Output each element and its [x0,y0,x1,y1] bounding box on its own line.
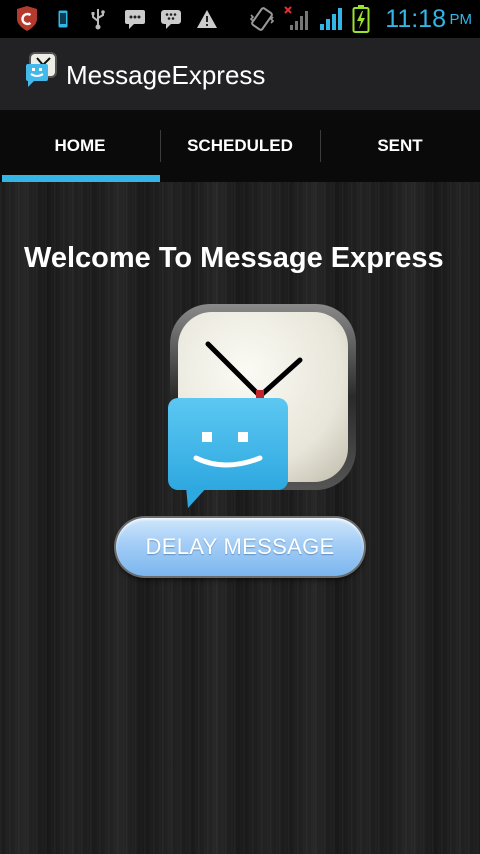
clock-ampm: PM [449,11,473,28]
usb-icon [88,0,108,38]
app-title: MessageExpress [66,60,266,90]
home-content: Welcome To Message Express DELAY MESSAGE [0,182,480,854]
signal-icon [318,0,344,38]
shield-app-icon [14,0,40,38]
bbm-icon [160,0,182,38]
tab-bar: HOME SCHEDULED SENT [0,110,480,182]
delay-message-button[interactable]: DELAY MESSAGE [116,518,364,576]
tab-scheduled[interactable]: SCHEDULED [160,110,320,182]
selected-tab-indicator [2,175,160,182]
welcome-heading: Welcome To Message Express [24,242,444,274]
vibrate-icon [248,0,276,38]
battery-charging-icon [350,0,372,38]
tab-sent[interactable]: SENT [320,110,480,182]
clock-message-icon [168,304,358,514]
phone-icon [56,0,70,38]
tab-home[interactable]: HOME [0,110,160,182]
no-signal-icon [284,0,310,38]
action-bar: MessageExpress [0,38,480,110]
clock-time: 11:18 [385,5,446,33]
message-express-app-icon[interactable] [24,52,60,88]
sms-icon [124,0,146,38]
warning-icon [196,0,218,38]
status-bar: 11:18 PM [0,0,480,38]
